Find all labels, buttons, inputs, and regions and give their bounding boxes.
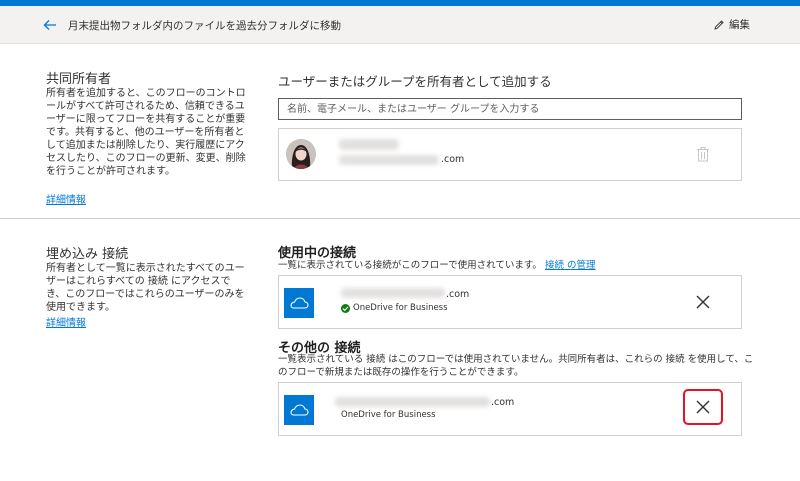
flow-title: 月末提出物フォルダ内のファイルを過去分フォルダに移動 <box>68 20 341 32</box>
in-use-desc-text: 一覧に表示されている接続がこのフローで使用されています。 <box>278 260 542 271</box>
in-use-email-domain: .com <box>446 289 470 300</box>
other-service-name: OneDrive for Business <box>341 410 436 420</box>
owner-email-redacted <box>339 155 439 165</box>
other-service: OneDrive for Business <box>341 410 436 420</box>
check-icon <box>341 303 350 313</box>
other-connection-card: .com OneDrive for Business <box>278 382 742 436</box>
back-button[interactable] <box>42 17 58 33</box>
other-connections-description: 一覧表示されている 接続 はこのフローでは使用されていません。共同所有者は、これ… <box>278 354 754 378</box>
owner-search-input[interactable] <box>278 98 742 120</box>
trash-icon <box>697 147 709 162</box>
remove-other-connection-button[interactable] <box>683 389 723 425</box>
header-bar: 月末提出物フォルダ内のファイルを過去分フォルダに移動 編集 <box>0 6 800 44</box>
owners-description: 所有者を追加すると、このフローのコントロールがすべて許可されるため、信頼できるユ… <box>46 88 246 177</box>
in-use-email-redacted <box>341 288 445 298</box>
owner-email-domain: .com <box>441 154 465 165</box>
back-arrow-icon <box>43 20 56 30</box>
in-use-connection-card: .com OneDrive for Business <box>278 275 742 329</box>
owners-section-title: 共同所有者 <box>46 72 112 87</box>
connections-description: 所有者として一覧に表示されたすべてのユーザーはこれらすべての 接続 にアクセスで… <box>46 263 245 313</box>
add-owner-title: ユーザーまたはグループを所有者として追加する <box>278 74 552 89</box>
in-use-service: OneDrive for Business <box>341 303 448 313</box>
remove-owner-button[interactable] <box>695 145 711 163</box>
in-use-connections-description: 一覧に表示されている接続がこのフローで使用されています。 接続 の管理 <box>278 259 758 272</box>
manage-connections-link[interactable]: 接続 の管理 <box>545 260 596 271</box>
connections-learn-more-link[interactable]: 詳細情報 <box>46 314 86 329</box>
avatar <box>286 139 316 169</box>
other-email-domain: .com <box>491 397 515 408</box>
close-icon <box>696 295 710 309</box>
connections-section-title: 埋め込み 接続 <box>46 247 129 262</box>
edit-label: 編集 <box>729 19 750 31</box>
onedrive-icon <box>284 288 314 318</box>
section-divider <box>0 218 800 219</box>
in-use-service-name: OneDrive for Business <box>353 303 448 313</box>
remove-in-use-connection-button[interactable] <box>683 284 723 320</box>
owner-name-redacted <box>339 139 399 150</box>
edit-button[interactable]: 編集 <box>713 17 750 32</box>
other-email-redacted <box>335 397 490 407</box>
onedrive-icon <box>284 395 314 425</box>
owner-card: .com <box>278 128 742 181</box>
close-icon <box>696 400 710 414</box>
pencil-icon <box>714 19 724 30</box>
owners-learn-more-link[interactable]: 詳細情報 <box>46 191 86 206</box>
